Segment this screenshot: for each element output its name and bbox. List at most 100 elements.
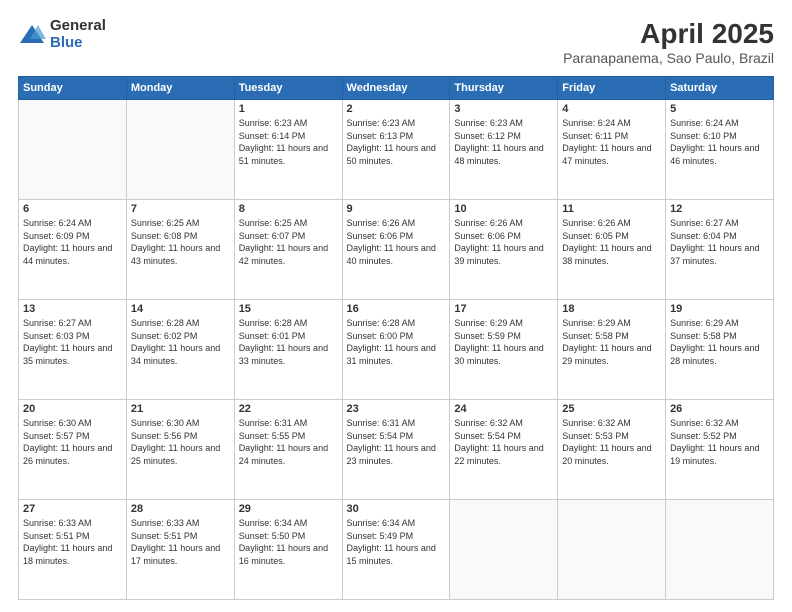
day-number: 13 [23,303,122,315]
calendar-header-friday: Friday [558,77,666,100]
day-number: 16 [347,303,446,315]
day-detail: Sunrise: 6:24 AM Sunset: 6:10 PM Dayligh… [670,117,769,167]
day-detail: Sunrise: 6:26 AM Sunset: 6:05 PM Dayligh… [562,217,661,267]
day-number: 22 [239,403,338,415]
logo: General Blue [18,18,106,51]
day-detail: Sunrise: 6:29 AM Sunset: 5:58 PM Dayligh… [670,317,769,367]
calendar-cell: 26 Sunrise: 6:32 AM Sunset: 5:52 PM Dayli… [666,400,774,500]
calendar-header-thursday: Thursday [450,77,558,100]
calendar-header-sunday: Sunday [19,77,127,100]
calendar-cell: 17 Sunrise: 6:29 AM Sunset: 5:59 PM Dayli… [450,300,558,400]
header: General Blue April 2025 Paranapanema, Sa… [18,18,774,66]
calendar-header-wednesday: Wednesday [342,77,450,100]
day-detail: Sunrise: 6:24 AM Sunset: 6:09 PM Dayligh… [23,217,122,267]
day-detail: Sunrise: 6:32 AM Sunset: 5:52 PM Dayligh… [670,417,769,467]
day-number: 10 [454,203,553,215]
calendar-cell: 7Sunrise: 6:25 AM Sunset: 6:08 PM Daylig… [126,200,234,300]
day-number: 17 [454,303,553,315]
calendar-cell: 5 Sunrise: 6:24 AM Sunset: 6:10 PM Daylig… [666,100,774,200]
calendar-week-row: 1 Sunrise: 6:23 AM Sunset: 6:14 PM Daylig… [19,100,774,200]
day-number: 6 [23,203,122,215]
day-detail: Sunrise: 6:27 AM Sunset: 6:03 PM Dayligh… [23,317,122,367]
day-number: 21 [131,403,230,415]
day-detail: Sunrise: 6:30 AM Sunset: 5:57 PM Dayligh… [23,417,122,467]
day-detail: Sunrise: 6:23 AM Sunset: 6:12 PM Dayligh… [454,117,553,167]
calendar-cell: 28 Sunrise: 6:33 AM Sunset: 5:51 PM Dayli… [126,500,234,600]
calendar-cell: 4Sunrise: 6:24 AM Sunset: 6:11 PM Daylig… [558,100,666,200]
calendar-cell: 23Sunrise: 6:31 AM Sunset: 5:54 PM Dayli… [342,400,450,500]
day-detail: Sunrise: 6:33 AM Sunset: 5:51 PM Dayligh… [131,517,230,567]
day-detail: Sunrise: 6:26 AM Sunset: 6:06 PM Dayligh… [347,217,446,267]
day-number: 8 [239,203,338,215]
day-detail: Sunrise: 6:31 AM Sunset: 5:55 PM Dayligh… [239,417,338,467]
day-number: 26 [670,403,769,415]
day-detail: Sunrise: 6:34 AM Sunset: 5:50 PM Dayligh… [239,517,338,567]
day-number: 11 [562,203,661,215]
logo-text: General Blue [50,18,106,51]
calendar-cell: 22 Sunrise: 6:31 AM Sunset: 5:55 PM Dayli… [234,400,342,500]
calendar-cell: 8 Sunrise: 6:25 AM Sunset: 6:07 PM Daylig… [234,200,342,300]
day-detail: Sunrise: 6:27 AM Sunset: 6:04 PM Dayligh… [670,217,769,267]
day-detail: Sunrise: 6:25 AM Sunset: 6:07 PM Dayligh… [239,217,338,267]
day-number: 12 [670,203,769,215]
day-detail: Sunrise: 6:23 AM Sunset: 6:14 PM Dayligh… [239,117,338,167]
logo-icon [18,21,46,49]
page: General Blue April 2025 Paranapanema, Sa… [0,0,792,612]
day-number: 9 [347,203,446,215]
day-number: 18 [562,303,661,315]
logo-general: General [50,18,106,35]
day-number: 23 [347,403,446,415]
calendar-cell [666,500,774,600]
day-number: 20 [23,403,122,415]
calendar-cell: 16 Sunrise: 6:28 AM Sunset: 6:00 PM Dayli… [342,300,450,400]
main-title: April 2025 [563,18,774,50]
day-detail: Sunrise: 6:28 AM Sunset: 6:00 PM Dayligh… [347,317,446,367]
day-detail: Sunrise: 6:32 AM Sunset: 5:54 PM Dayligh… [454,417,553,467]
calendar-cell [450,500,558,600]
calendar-cell: 1 Sunrise: 6:23 AM Sunset: 6:14 PM Daylig… [234,100,342,200]
subtitle: Paranapanema, Sao Paulo, Brazil [563,50,774,66]
calendar-header-monday: Monday [126,77,234,100]
day-number: 14 [131,303,230,315]
day-number: 27 [23,503,122,515]
calendar-header-saturday: Saturday [666,77,774,100]
day-detail: Sunrise: 6:33 AM Sunset: 5:51 PM Dayligh… [23,517,122,567]
calendar-cell: 15Sunrise: 6:28 AM Sunset: 6:01 PM Dayli… [234,300,342,400]
day-number: 4 [562,103,661,115]
calendar-header-row: SundayMondayTuesdayWednesdayThursdayFrid… [19,77,774,100]
day-number: 5 [670,103,769,115]
day-number: 2 [347,103,446,115]
day-detail: Sunrise: 6:26 AM Sunset: 6:06 PM Dayligh… [454,217,553,267]
day-detail: Sunrise: 6:28 AM Sunset: 6:02 PM Dayligh… [131,317,230,367]
day-number: 29 [239,503,338,515]
calendar-cell: 29 Sunrise: 6:34 AM Sunset: 5:50 PM Dayli… [234,500,342,600]
day-number: 1 [239,103,338,115]
calendar-cell: 2 Sunrise: 6:23 AM Sunset: 6:13 PM Daylig… [342,100,450,200]
calendar-week-row: 13 Sunrise: 6:27 AM Sunset: 6:03 PM Dayli… [19,300,774,400]
calendar-cell: 3 Sunrise: 6:23 AM Sunset: 6:12 PM Daylig… [450,100,558,200]
calendar-cell: 13 Sunrise: 6:27 AM Sunset: 6:03 PM Dayli… [19,300,127,400]
calendar-cell: 21 Sunrise: 6:30 AM Sunset: 5:56 PM Dayli… [126,400,234,500]
calendar-cell: 19Sunrise: 6:29 AM Sunset: 5:58 PM Dayli… [666,300,774,400]
calendar-cell [558,500,666,600]
calendar-table: SundayMondayTuesdayWednesdayThursdayFrid… [18,76,774,600]
calendar-cell: 20 Sunrise: 6:30 AM Sunset: 5:57 PM Dayli… [19,400,127,500]
day-number: 15 [239,303,338,315]
calendar-cell: 24Sunrise: 6:32 AM Sunset: 5:54 PM Dayli… [450,400,558,500]
calendar-cell [19,100,127,200]
day-detail: Sunrise: 6:30 AM Sunset: 5:56 PM Dayligh… [131,417,230,467]
calendar-week-row: 6 Sunrise: 6:24 AM Sunset: 6:09 PM Daylig… [19,200,774,300]
day-detail: Sunrise: 6:29 AM Sunset: 5:59 PM Dayligh… [454,317,553,367]
day-number: 3 [454,103,553,115]
calendar-cell: 12 Sunrise: 6:27 AM Sunset: 6:04 PM Dayli… [666,200,774,300]
day-detail: Sunrise: 6:23 AM Sunset: 6:13 PM Dayligh… [347,117,446,167]
calendar-cell: 25Sunrise: 6:32 AM Sunset: 5:53 PM Dayli… [558,400,666,500]
day-number: 25 [562,403,661,415]
day-number: 28 [131,503,230,515]
calendar-cell: 6 Sunrise: 6:24 AM Sunset: 6:09 PM Daylig… [19,200,127,300]
calendar-cell: 9 Sunrise: 6:26 AM Sunset: 6:06 PM Daylig… [342,200,450,300]
title-block: April 2025 Paranapanema, Sao Paulo, Braz… [563,18,774,66]
logo-blue: Blue [50,35,106,52]
day-number: 30 [347,503,446,515]
calendar-cell: 27 Sunrise: 6:33 AM Sunset: 5:51 PM Dayli… [19,500,127,600]
